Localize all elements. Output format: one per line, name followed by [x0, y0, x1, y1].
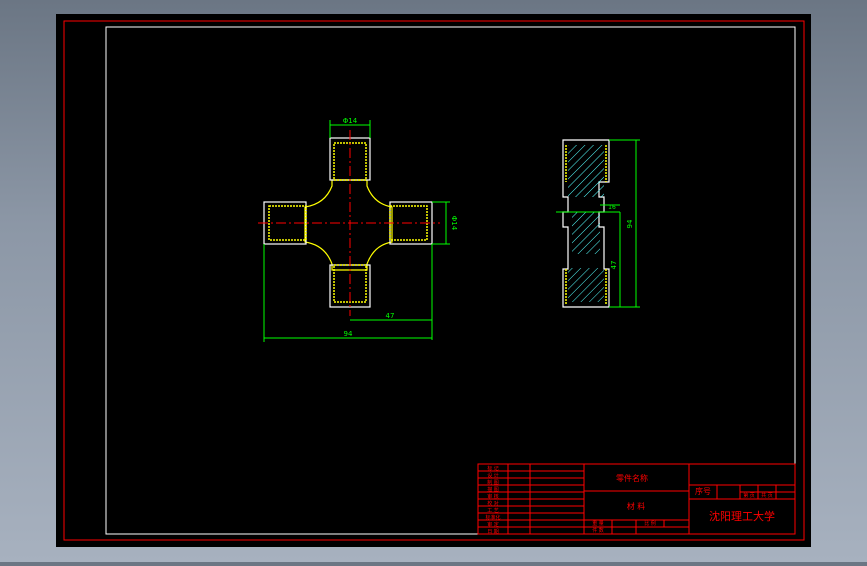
cad-viewport: Φ14 Φ14 47 94 94 47 16 零件名称 材 料 序号 沈阳理工大…: [0, 0, 867, 562]
scale-label: 比 例: [644, 520, 656, 527]
left-row-3: 描 图: [487, 486, 499, 493]
school-name: 沈阳理工大学: [709, 509, 775, 523]
weight-label: 重 量: [592, 520, 604, 527]
sheet-label-1: 第 页: [743, 492, 755, 499]
left-row-7: 标准化: [485, 514, 500, 521]
drawing-canvas: [56, 14, 811, 547]
dim-side-neck: 16: [608, 204, 616, 211]
dim-side-half: 47: [610, 261, 618, 270]
left-row-4: 审 核: [487, 493, 499, 500]
left-row-1: 设 计: [487, 472, 499, 479]
hatch-bottom: [568, 268, 604, 302]
part-name-label: 零件名称: [616, 473, 648, 483]
left-row-9: 日 期: [487, 529, 499, 535]
dim-side-total: 94: [626, 219, 634, 228]
dim-top-width: Φ14: [343, 117, 358, 125]
left-row-6: 工 艺: [487, 508, 499, 514]
dim-right-height: Φ14: [450, 216, 458, 231]
hatch-middle: [572, 212, 600, 254]
count-label: 件 数: [592, 527, 604, 534]
material-label: 材 料: [627, 501, 646, 511]
dim-arm-length: 47: [386, 312, 395, 320]
dim-overall-length: 94: [344, 330, 353, 338]
left-row-8: 审 定: [487, 521, 499, 528]
seq-label: 序号: [695, 486, 711, 496]
left-row-2: 制 图: [487, 479, 499, 486]
hatch-top: [568, 145, 604, 197]
left-row-5: 校 对: [487, 500, 499, 507]
sheet-label-2: 共 页: [761, 492, 773, 499]
left-row-0: 标 记: [487, 465, 499, 472]
